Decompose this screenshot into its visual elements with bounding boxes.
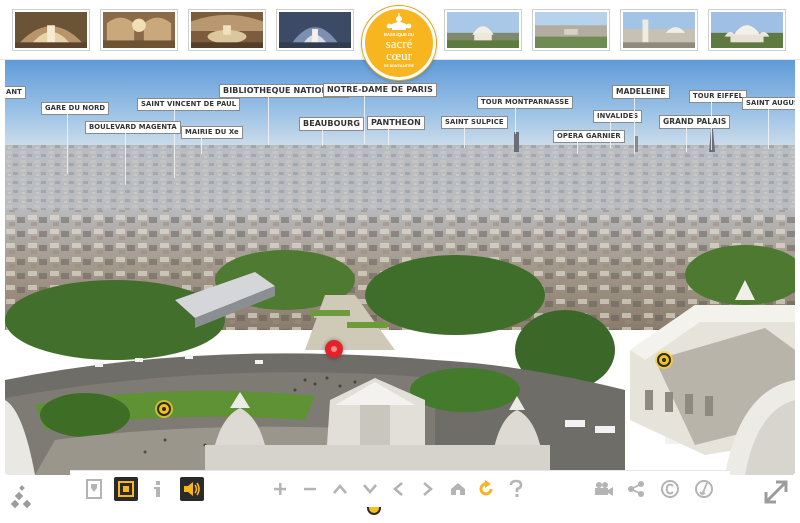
thumb-choir-interior[interactable] — [100, 9, 178, 51]
thumbnail-image — [623, 12, 695, 48]
landmark-label: SAINT AUGUSTIN — [742, 97, 795, 110]
hotspot-terrace[interactable] — [157, 402, 171, 416]
sound-icon[interactable] — [180, 477, 204, 501]
landmark-label: BOULEVARD MAGENTA — [85, 121, 181, 134]
thumbnail-image — [711, 12, 783, 48]
viewer-toolbar — [70, 470, 730, 506]
logo-line-4: DE MONTMARTRE — [384, 64, 415, 68]
landmark-label: MADELEINE — [612, 85, 670, 99]
credits-icon[interactable] — [692, 477, 716, 501]
hotspot-basilica[interactable] — [657, 353, 671, 367]
zoom-in-icon[interactable] — [268, 477, 292, 501]
landmark-label: MAIRIE DU Xe — [181, 126, 243, 139]
logo-graphic: BASILIQUE DU sacré cœur DE MONTMARTRE — [384, 13, 415, 68]
landmark-label: SAINT VINCENT DE PAUL — [137, 98, 241, 111]
fullscreen-icon[interactable] — [114, 477, 138, 501]
thumb-paris-panorama[interactable] — [532, 9, 610, 51]
diamonds-menu-icon[interactable] — [4, 472, 48, 520]
landmark-label: OPERA GARNIER — [553, 130, 625, 143]
thumbnail-image — [103, 12, 175, 48]
thumb-apse-interior[interactable] — [276, 9, 354, 51]
landmark-label: GRAND PALAIS — [659, 115, 731, 129]
panorama-viewer: BASILIQUE DU sacré cœur DE MONTMARTRE AN… — [0, 0, 800, 523]
arrow-up-icon[interactable] — [328, 477, 352, 501]
info-icon[interactable] — [146, 477, 170, 501]
thumbnail-image — [279, 12, 351, 48]
copyright-icon[interactable] — [658, 477, 682, 501]
thumb-basilica-facade[interactable] — [708, 9, 786, 51]
landmark-label: ANT — [5, 86, 26, 99]
thumb-nave-interior[interactable] — [12, 9, 90, 51]
arrow-down-icon[interactable] — [358, 477, 382, 501]
landmark-label: TOUR MONTPARNASSE — [477, 96, 574, 109]
bottom-strip — [0, 506, 800, 523]
arrow-right-icon[interactable] — [416, 477, 440, 501]
thumb-basilica-terrace[interactable] — [620, 9, 698, 51]
help-icon[interactable] — [504, 477, 528, 501]
thumbnail-strip: BASILIQUE DU sacré cœur DE MONTMARTRE — [0, 0, 800, 80]
landmark-label: GARE DU NORD — [41, 102, 110, 115]
map-pin-icon[interactable] — [82, 477, 106, 501]
arrow-left-icon[interactable] — [386, 477, 410, 501]
thumbnail-image — [447, 12, 519, 48]
logo-line-3: cœur — [386, 48, 413, 63]
landmark-label: SAINT SULPICE — [441, 116, 508, 129]
video-camera-icon[interactable] — [592, 477, 616, 501]
landmark-label: TOUR EIFFEL — [689, 90, 748, 103]
landmark-label: PANTHEON — [367, 116, 425, 130]
panorama-view[interactable]: ANT GARE DU NORD SAINT VINCENT DE PAUL B… — [5, 60, 795, 475]
autorotate-icon[interactable] — [474, 477, 498, 501]
landmark-label: NOTRE-DAME DE PARIS — [323, 83, 437, 97]
landmark-label: BEAUBOURG — [299, 117, 365, 131]
thumbnail-image — [15, 12, 87, 48]
home-icon[interactable] — [446, 477, 470, 501]
hotspot-red[interactable] — [325, 340, 343, 358]
zoom-out-icon[interactable] — [298, 477, 322, 501]
thumbnail-image — [191, 12, 263, 48]
expand-arrows-icon[interactable] — [752, 470, 798, 520]
thumbnail-image — [535, 12, 607, 48]
thumb-basilica-exterior[interactable] — [444, 9, 522, 51]
thumb-altar-interior[interactable] — [188, 9, 266, 51]
sacre-coeur-logo[interactable]: BASILIQUE DU sacré cœur DE MONTMARTRE — [362, 6, 436, 80]
share-icon[interactable] — [624, 477, 648, 501]
